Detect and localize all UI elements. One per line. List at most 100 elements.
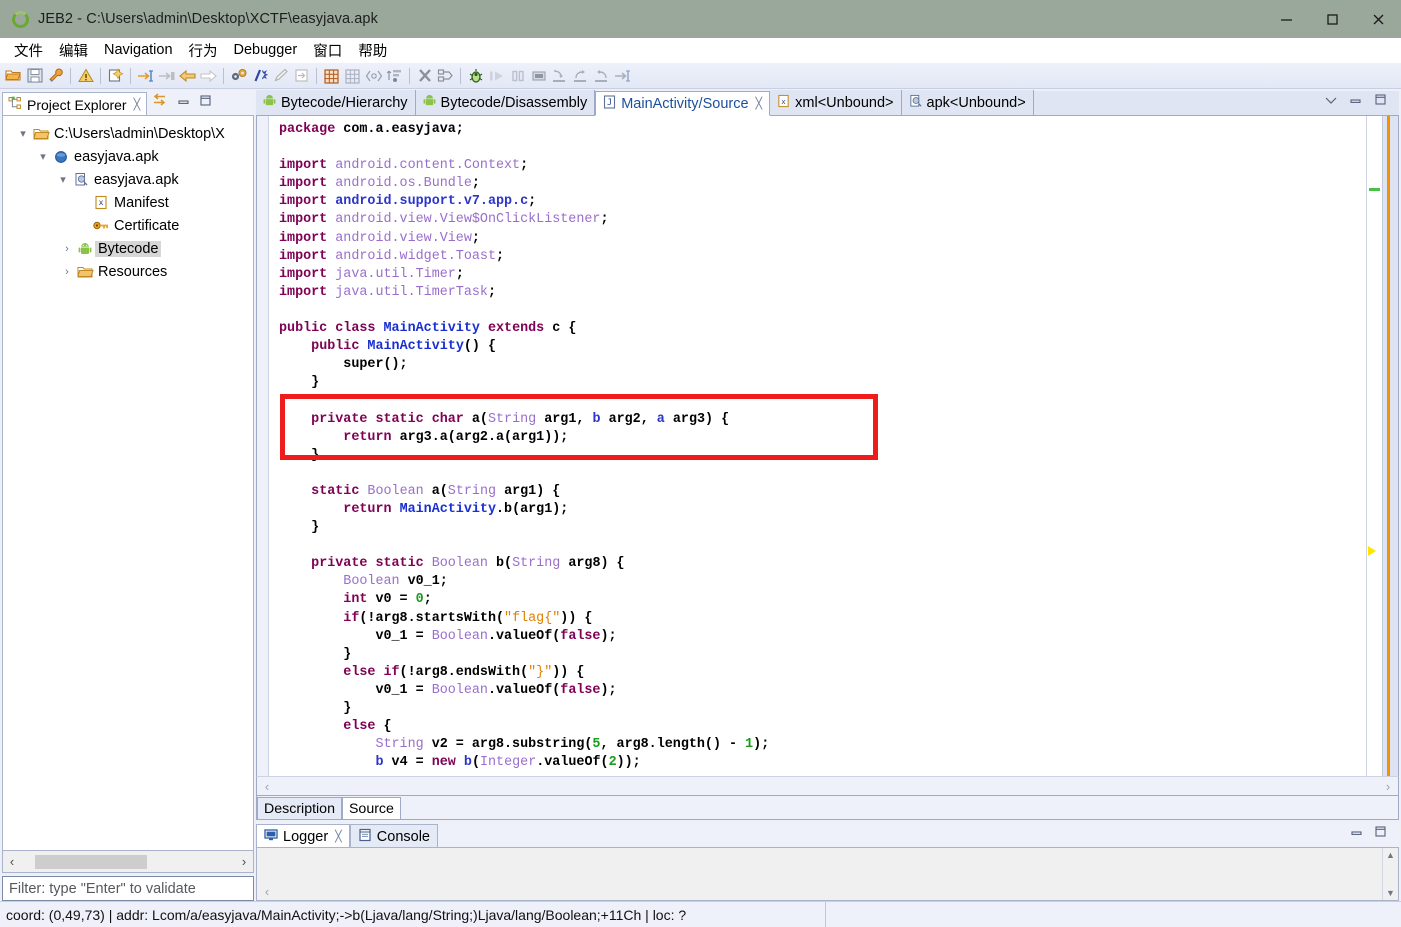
tree-label: easyjava.apk bbox=[74, 148, 159, 165]
svg-text:x: x bbox=[781, 96, 786, 105]
yellow-marker-icon[interactable] bbox=[1368, 546, 1376, 556]
menu-action[interactable]: 行为 bbox=[181, 38, 226, 63]
menu-navigation[interactable]: Navigation bbox=[96, 40, 181, 60]
export-icon[interactable] bbox=[291, 65, 312, 86]
navigate-back-icon[interactable] bbox=[177, 65, 198, 86]
minimize-button[interactable] bbox=[1263, 0, 1309, 38]
maximize-icon[interactable] bbox=[1374, 825, 1387, 843]
close-button[interactable] bbox=[1355, 0, 1401, 38]
tree-item-manifest[interactable]: x Manifest bbox=[3, 191, 253, 214]
minimize-icon[interactable] bbox=[1349, 93, 1362, 111]
tree-item-apk[interactable]: ▾ easyjava.apk bbox=[3, 168, 253, 191]
close-icon[interactable]: ╳ bbox=[134, 98, 141, 111]
edit-pencil-icon[interactable] bbox=[270, 65, 291, 86]
refactor-icon[interactable] bbox=[435, 65, 456, 86]
gears-icon[interactable] bbox=[228, 65, 249, 86]
menu-help[interactable]: 帮助 bbox=[350, 38, 395, 63]
tab-xml-unbound[interactable]: x xml<Unbound> bbox=[770, 90, 902, 115]
scroll-down-icon[interactable]: ▼ bbox=[1386, 888, 1395, 898]
editor-vscrollbar[interactable] bbox=[1382, 116, 1398, 776]
open-folder-icon[interactable] bbox=[3, 65, 24, 86]
editor-hscrollbar[interactable]: ‹ › bbox=[256, 776, 1399, 796]
tab-console[interactable]: Console bbox=[349, 824, 438, 848]
menu-window[interactable]: 窗口 bbox=[305, 38, 350, 63]
green-marker-icon[interactable] bbox=[1369, 188, 1380, 191]
maximize-button[interactable] bbox=[1309, 0, 1355, 38]
tab-project-explorer[interactable]: Project Explorer ╳ bbox=[2, 92, 148, 116]
tab-apk-unbound[interactable]: apk<Unbound> bbox=[901, 90, 1034, 115]
delete-x-icon[interactable] bbox=[414, 65, 435, 86]
tab-label: Bytecode/Hierarchy bbox=[281, 94, 408, 111]
scroll-left-icon[interactable]: ‹ bbox=[257, 884, 277, 899]
code-view[interactable]: package com.a.easyjava; import android.c… bbox=[269, 116, 1366, 776]
close-icon[interactable]: ╳ bbox=[756, 97, 763, 110]
menu-file[interactable]: 文件 bbox=[6, 38, 51, 63]
wrench-icon[interactable] bbox=[45, 65, 66, 86]
project-tree-hscrollbar[interactable]: ‹ › bbox=[2, 851, 254, 873]
tab-mainactivity-source[interactable]: J MainActivity/Source ╳ bbox=[595, 91, 771, 116]
scroll-left-icon[interactable]: ‹ bbox=[257, 779, 277, 794]
tree-item-resources[interactable]: › Resources bbox=[3, 260, 253, 283]
chevron-down-icon[interactable]: ▾ bbox=[35, 150, 51, 163]
minimize-icon[interactable] bbox=[1350, 825, 1363, 843]
tab-logger[interactable]: Logger ╳ bbox=[256, 824, 350, 848]
tab-bytecode-disassembly[interactable]: Bytecode/Disassembly bbox=[415, 90, 596, 115]
code-brackets-icon[interactable] bbox=[363, 65, 384, 86]
step-return-icon[interactable] bbox=[570, 65, 591, 86]
navigate-forward-icon[interactable] bbox=[198, 65, 219, 86]
logger-body[interactable]: ‹ ▲ ▼ bbox=[256, 847, 1399, 901]
scroll-up-icon[interactable]: ▲ bbox=[1386, 850, 1395, 860]
stop-icon[interactable] bbox=[528, 65, 549, 86]
editor-gutter[interactable] bbox=[257, 116, 269, 776]
filter-input[interactable]: Filter: type "Enter" to validate bbox=[2, 876, 254, 901]
step-into-icon[interactable] bbox=[549, 65, 570, 86]
maximize-icon[interactable] bbox=[1374, 93, 1387, 111]
warning-icon[interactable] bbox=[75, 65, 96, 86]
tab-bytecode-hierarchy[interactable]: Bytecode/Hierarchy bbox=[256, 90, 416, 115]
scroll-right-icon[interactable]: › bbox=[235, 854, 253, 869]
scroll-left-icon[interactable]: ‹ bbox=[3, 854, 21, 869]
chevron-right-icon[interactable]: › bbox=[59, 243, 75, 255]
goto-reference-icon[interactable] bbox=[156, 65, 177, 86]
minimize-icon[interactable] bbox=[177, 94, 190, 112]
close-icon[interactable]: ╳ bbox=[335, 830, 342, 843]
logger-vscrollbar[interactable]: ▲ ▼ bbox=[1382, 848, 1398, 900]
chevron-down-icon[interactable]: ▾ bbox=[15, 127, 31, 140]
step-out-icon[interactable] bbox=[591, 65, 612, 86]
goto-address-icon[interactable] bbox=[135, 65, 156, 86]
sort-icon[interactable] bbox=[384, 65, 405, 86]
tree-item-workspace[interactable]: ▾ C:\Users\admin\Desktop\X bbox=[3, 122, 253, 145]
svg-text:x: x bbox=[99, 198, 104, 207]
tree-item-bytecode[interactable]: › Bytecode bbox=[3, 237, 253, 260]
pause-icon[interactable] bbox=[507, 65, 528, 86]
save-icon[interactable] bbox=[24, 65, 45, 86]
hscroll-thumb[interactable] bbox=[35, 854, 147, 869]
chevron-right-icon[interactable]: › bbox=[59, 266, 75, 278]
comment-icon[interactable] bbox=[249, 65, 270, 86]
toolbar-separator bbox=[460, 67, 461, 84]
sub-tab-source[interactable]: Source bbox=[341, 797, 401, 819]
chevron-down-icon[interactable]: ▾ bbox=[55, 173, 71, 186]
source-code-text[interactable]: package com.a.easyjava; import android.c… bbox=[269, 116, 1366, 772]
logger-hscrollbar[interactable]: ‹ bbox=[257, 882, 1398, 900]
chevron-down-icon[interactable] bbox=[1325, 93, 1337, 111]
grid-table-icon[interactable] bbox=[321, 65, 342, 86]
menu-edit[interactable]: 编辑 bbox=[51, 38, 96, 63]
scroll-right-icon[interactable]: › bbox=[1378, 779, 1398, 794]
apk-icon bbox=[71, 172, 91, 187]
tree-item-project[interactable]: ▾ easyjava.apk bbox=[3, 145, 253, 168]
project-tree-container[interactable]: ▾ C:\Users\admin\Desktop\X ▾ easyjava.ap… bbox=[2, 115, 254, 851]
step-over-icon[interactable] bbox=[486, 65, 507, 86]
grid-outline-icon[interactable] bbox=[342, 65, 363, 86]
editor-marker-bar[interactable] bbox=[1366, 116, 1382, 776]
menu-debugger[interactable]: Debugger bbox=[226, 40, 306, 60]
new-document-icon[interactable] bbox=[105, 65, 126, 86]
link-with-editor-icon[interactable] bbox=[151, 93, 168, 112]
tree-item-certificate[interactable]: Certificate bbox=[3, 214, 253, 237]
debug-bug-icon[interactable] bbox=[465, 65, 486, 86]
editor-area: Bytecode/Hierarchy Bytecode/Disassembly … bbox=[256, 90, 1399, 901]
maximize-icon[interactable] bbox=[199, 94, 212, 112]
hscroll-track[interactable] bbox=[21, 854, 235, 869]
sub-tab-description[interactable]: Description bbox=[257, 797, 342, 819]
run-to-line-icon[interactable] bbox=[612, 65, 633, 86]
